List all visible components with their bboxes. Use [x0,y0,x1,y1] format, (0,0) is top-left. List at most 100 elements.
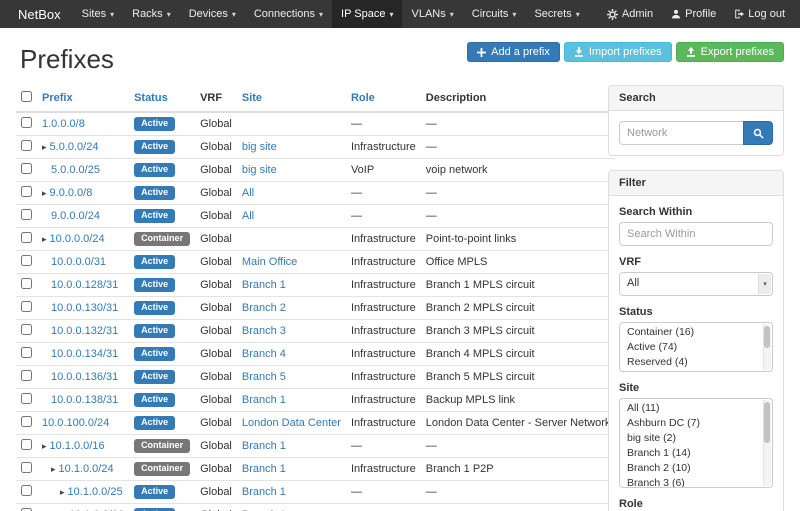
import-prefixes-button[interactable]: Import prefixes [564,42,672,62]
prefix-link[interactable]: 10.1.0.0/16 [50,440,105,452]
site-cell: Branch 1 [237,435,346,458]
prefix-link[interactable]: 10.0.100.0/24 [42,417,109,429]
prefix-link[interactable]: 10.1.0.0/25 [68,486,123,498]
row-checkbox[interactable] [21,416,32,427]
export-prefixes-button[interactable]: Export prefixes [676,42,784,62]
column-header-status[interactable]: Status [129,85,195,112]
tree-expand-icon: ▸ [42,234,47,244]
prefix-link[interactable]: 10.0.0.0/31 [51,256,106,268]
row-checkbox-cell [16,205,37,228]
status-option[interactable]: Reserved (4) [620,355,772,370]
prefix-link[interactable]: 10.0.0.130/31 [51,302,118,314]
chevron-down-icon: ▾ [512,10,516,19]
row-checkbox[interactable] [21,255,32,266]
prefix-link[interactable]: 9.0.0.0/24 [51,210,100,222]
scrollbar-thumb[interactable] [764,326,770,348]
row-checkbox[interactable] [21,140,32,151]
row-checkbox[interactable] [21,347,32,358]
column-header-prefix[interactable]: Prefix [37,85,129,112]
site-option[interactable]: Branch 3 (6) [620,476,772,488]
prefix-link[interactable]: 5.0.0.0/25 [51,164,100,176]
prefix-link[interactable]: 10.0.0.128/31 [51,279,118,291]
nav-item-log-out[interactable]: Log out [725,0,794,28]
prefix-link[interactable]: 5.0.0.0/24 [50,141,99,153]
nav-item-connections[interactable]: Connections▾ [245,0,332,28]
site-multiselect[interactable]: All (11)Ashburn DC (7)big site (2)Branch… [619,398,773,488]
prefix-link[interactable]: 10.0.0.138/31 [51,394,118,406]
status-multiselect[interactable]: Container (16)Active (74)Reserved (4)Dep… [619,322,773,372]
row-checkbox[interactable] [21,117,32,128]
button-label: Import prefixes [589,46,662,58]
site-link[interactable]: Branch 2 [242,302,286,314]
row-checkbox-cell [16,274,37,297]
row-checkbox[interactable] [21,278,32,289]
site-link[interactable]: Branch 4 [242,348,286,360]
nav-item-circuits[interactable]: Circuits▾ [463,0,526,28]
prefix-link[interactable]: 10.0.0.132/31 [51,325,118,337]
site-link[interactable]: London Data Center [242,417,341,429]
nav-item-racks[interactable]: Racks▾ [123,0,180,28]
site-link[interactable]: Branch 1 [242,486,286,498]
row-checkbox[interactable] [21,393,32,404]
site-option[interactable]: Branch 2 (10) [620,461,772,476]
description-cell: — [421,182,616,205]
site-option[interactable]: big site (2) [620,431,772,446]
nav-item-ip-space[interactable]: IP Space▾ [332,0,402,28]
row-checkbox[interactable] [21,186,32,197]
scrollbar[interactable] [763,400,771,486]
row-checkbox[interactable] [21,462,32,473]
site-link[interactable]: Branch 3 [242,325,286,337]
site-cell: big site [237,159,346,182]
nav-item-admin[interactable]: Admin [598,0,662,28]
prefix-link[interactable]: 10.1.0.0/24 [59,463,114,475]
row-checkbox[interactable] [21,301,32,312]
nav-item-devices[interactable]: Devices▾ [180,0,245,28]
row-checkbox[interactable] [21,209,32,220]
row-checkbox[interactable] [21,370,32,381]
site-link[interactable]: Branch 1 [242,394,286,406]
add-a-prefix-button[interactable]: Add a prefix [467,42,560,62]
column-header-site[interactable]: Site [237,85,346,112]
site-option[interactable]: Ashburn DC (7) [620,416,772,431]
scrollbar[interactable] [763,324,771,370]
site-link[interactable]: All [242,187,254,199]
search-button[interactable] [743,121,773,145]
prefix-link[interactable]: 1.0.0.0/8 [42,118,85,130]
row-checkbox[interactable] [21,324,32,335]
nav-item-sites[interactable]: Sites▾ [73,0,123,28]
chevron-down-icon: ▾ [450,10,454,19]
site-link[interactable]: Branch 1 [242,440,286,452]
vrf-select[interactable]: All▾ [619,272,773,296]
site-option[interactable]: All (11) [620,401,772,416]
row-checkbox[interactable] [21,163,32,174]
prefix-link[interactable]: 9.0.0.0/8 [50,187,93,199]
prefix-link[interactable]: 10.0.0.0/24 [50,233,105,245]
prefix-link[interactable]: 10.0.0.134/31 [51,348,118,360]
row-checkbox[interactable] [21,485,32,496]
scrollbar-thumb[interactable] [764,402,770,443]
status-option[interactable]: Container (16) [620,325,772,340]
row-checkbox[interactable] [21,439,32,450]
search-within-input[interactable] [619,222,773,246]
nav-item-secrets[interactable]: Secrets▾ [525,0,588,28]
row-checkbox[interactable] [21,232,32,243]
select-all-checkbox[interactable] [21,91,32,102]
prefix-link[interactable]: 10.0.0.136/31 [51,371,118,383]
site-link[interactable]: All [242,210,254,222]
site-link[interactable]: Branch 1 [242,463,286,475]
site-link[interactable]: big site [242,141,277,153]
search-input[interactable] [619,121,743,145]
vrf-cell: Global [195,182,237,205]
column-header-role[interactable]: Role [346,85,421,112]
nav-item-profile[interactable]: Profile [662,0,725,28]
site-link[interactable]: Main Office [242,256,297,268]
site-link[interactable]: big site [242,164,277,176]
nav-item-vlans[interactable]: VLANs▾ [402,0,462,28]
site-link[interactable]: Branch 1 [242,279,286,291]
status-option[interactable]: Deprecated (1) [620,370,772,372]
status-badge: Container [134,462,190,476]
status-option[interactable]: Active (74) [620,340,772,355]
site-link[interactable]: Branch 5 [242,371,286,383]
netbox-brand[interactable]: NetBox [6,0,73,28]
site-option[interactable]: Branch 1 (14) [620,446,772,461]
